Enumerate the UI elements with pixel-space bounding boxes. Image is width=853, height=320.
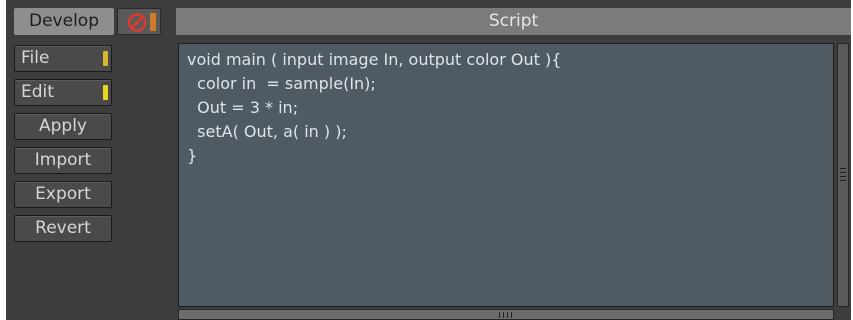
edit-led-indicator	[103, 85, 108, 100]
scrollbar-grip-icon[interactable]	[840, 168, 846, 182]
scrollbar-grip-icon[interactable]	[499, 312, 513, 318]
edit-button-label: Edit	[21, 82, 54, 102]
code-line: setA( Out, a( in ) );	[187, 122, 347, 141]
code-line: color in = sample(In);	[187, 74, 376, 93]
code-line: }	[187, 146, 198, 165]
export-button[interactable]: Export	[14, 181, 112, 208]
vertical-scrollbar[interactable]	[837, 43, 849, 307]
revert-button[interactable]: Revert	[14, 215, 112, 242]
file-led-indicator	[103, 51, 108, 66]
horizontal-scrollbar[interactable]	[178, 309, 834, 320]
import-button[interactable]: Import	[14, 147, 112, 174]
file-button-label: File	[21, 48, 50, 68]
develop-panel: Develop File Edit Apply Import Export Re…	[6, 0, 851, 320]
apply-button[interactable]: Apply	[14, 113, 112, 140]
disable-button[interactable]	[117, 8, 161, 35]
status-indicator	[150, 13, 156, 31]
code-line: Out = 3 * in;	[187, 98, 299, 117]
no-entry-icon	[127, 13, 147, 32]
file-button[interactable]: File	[14, 45, 112, 72]
code-line: void main ( input image In, output color…	[187, 50, 562, 69]
script-title: Script	[176, 8, 851, 35]
script-editor[interactable]: void main ( input image In, output color…	[178, 43, 834, 307]
edit-button[interactable]: Edit	[14, 79, 112, 106]
develop-tab[interactable]: Develop	[14, 8, 114, 35]
